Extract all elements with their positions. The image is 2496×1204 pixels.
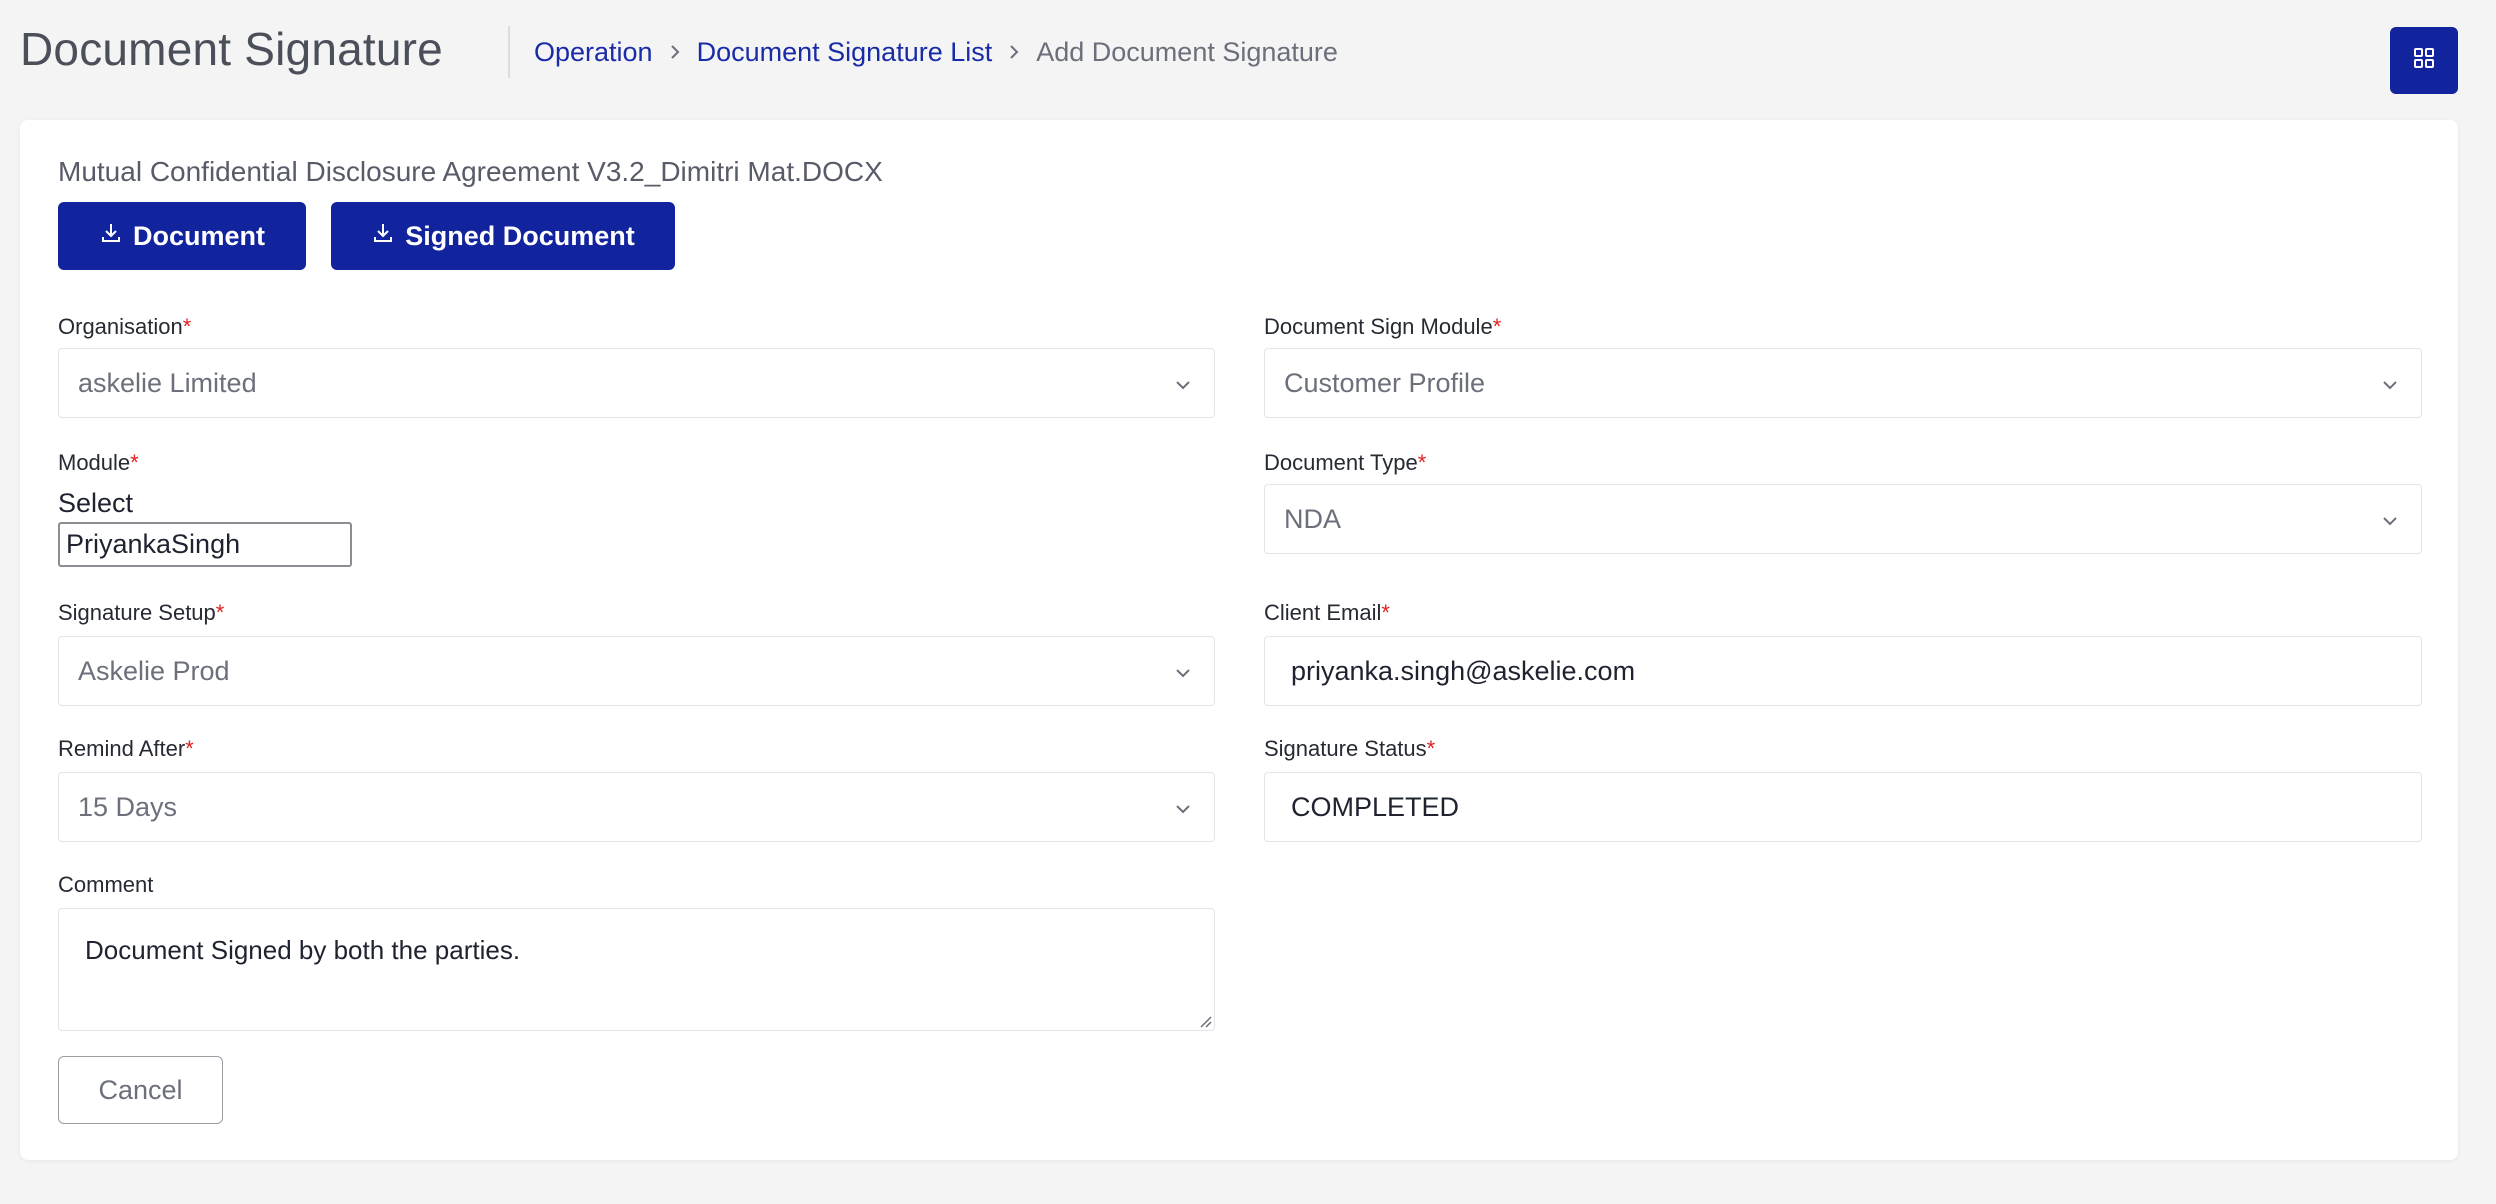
document-type-value: NDA [1284, 503, 1342, 534]
download-document-button[interactable]: Document [58, 202, 306, 270]
comment-value: Document Signed by both the parties. [85, 935, 521, 965]
required-marker: * [1417, 450, 1427, 475]
required-marker: * [1426, 736, 1436, 761]
breadcrumb: Operation Document Signature List Add Do… [534, 36, 1338, 68]
chevron-down-icon [1176, 381, 1190, 390]
required-marker: * [130, 450, 139, 475]
chevron-down-icon [2383, 381, 2397, 390]
document-file-name: Mutual Confidential Disclosure Agreement… [58, 156, 883, 187]
breadcrumb-operation-link[interactable]: Operation [534, 37, 653, 68]
module-input[interactable]: PriyankaSingh [58, 522, 352, 567]
header-divider [508, 26, 510, 78]
download-signed-label: Signed Document [405, 220, 635, 251]
page-header: Document Signature Operation Document Si… [0, 0, 2496, 120]
form-card: Mutual Confidential Disclosure Agreement… [20, 120, 2458, 1160]
document-type-select[interactable]: NDA [1264, 484, 2422, 554]
chevron-right-icon [653, 44, 697, 60]
document-sign-module-value: Customer Profile [1284, 367, 1486, 398]
chevron-down-icon [1176, 805, 1190, 814]
client-email-label: Client Email* [1264, 600, 1390, 625]
signature-status-label: Signature Status* [1264, 736, 1436, 761]
required-marker: * [215, 600, 225, 625]
required-marker: * [185, 736, 194, 761]
page-title: Document Signature [20, 23, 443, 75]
download-document-label: Document [132, 220, 265, 251]
chevron-down-icon [2383, 517, 2397, 526]
required-marker: * [1381, 600, 1390, 625]
document-sign-module-select[interactable]: Customer Profile [1264, 348, 2422, 418]
signature-setup-select[interactable]: Askelie Prod [58, 636, 1215, 706]
apps-grid-button[interactable] [2390, 27, 2458, 94]
module-select-text[interactable]: Select [58, 488, 133, 519]
document-sign-module-label: Document Sign Module* [1264, 314, 1502, 339]
remind-after-value: 15 Days [78, 791, 178, 822]
module-label: Module* [58, 450, 139, 475]
download-icon [99, 221, 133, 252]
signature-setup-value: Askelie Prod [78, 655, 230, 686]
required-marker: * [182, 314, 192, 339]
client-email-input[interactable]: priyanka.singh@askelie.com [1264, 636, 2422, 706]
resize-handle-icon[interactable] [1196, 1012, 1212, 1028]
breadcrumb-list-link[interactable]: Document Signature List [697, 37, 993, 68]
breadcrumb-current: Add Document Signature [1036, 36, 1338, 67]
organisation-label: Organisation* [58, 314, 192, 339]
cancel-button[interactable]: Cancel [58, 1056, 223, 1124]
document-type-label: Document Type* [1264, 450, 1427, 475]
organisation-select[interactable]: askelie Limited [58, 348, 1215, 418]
chevron-right-icon [992, 44, 1036, 60]
remind-after-label: Remind After* [58, 736, 194, 761]
organisation-value: askelie Limited [78, 367, 257, 398]
comment-textarea[interactable]: Document Signed by both the parties. [58, 908, 1215, 1031]
download-icon [371, 221, 405, 252]
download-signed-document-button[interactable]: Signed Document [331, 202, 675, 270]
remind-after-select[interactable]: 15 Days [58, 772, 1215, 842]
signature-setup-label: Signature Setup* [58, 600, 225, 625]
grid-icon [2412, 46, 2436, 75]
comment-label: Comment [58, 872, 154, 897]
required-marker: * [1492, 314, 1502, 339]
chevron-down-icon [1176, 669, 1190, 678]
signature-status-input[interactable]: COMPLETED [1264, 772, 2422, 842]
